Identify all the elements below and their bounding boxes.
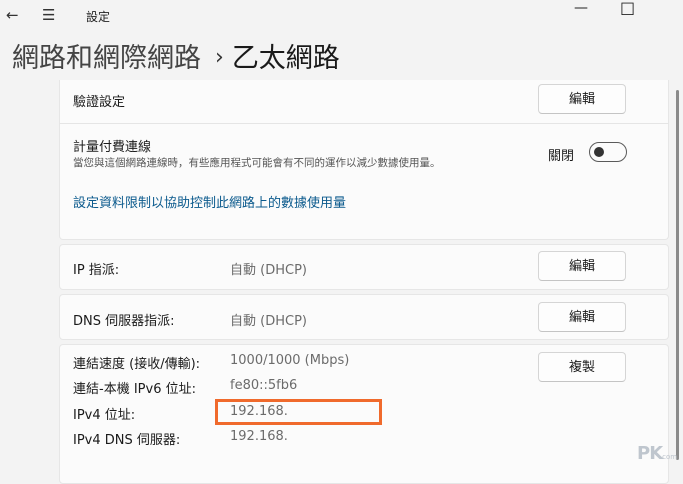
ip-assignment-edit-button[interactable]: 編輯 bbox=[538, 251, 626, 281]
title-bar: ← ☰ 設定 — □ bbox=[0, 0, 683, 32]
ip-assignment-label: IP 指派: bbox=[73, 263, 120, 278]
data-limit-link[interactable]: 設定資料限制以協助控制此網路上的數據使用量 bbox=[73, 192, 346, 211]
window-title: 設定 bbox=[86, 10, 111, 24]
metered-connection-description: 當您與這個網路連線時，有些應用程式可能會有不同的運作以減少數據使用量。 bbox=[73, 157, 441, 169]
dns-assignment-edit-button[interactable]: 編輯 bbox=[538, 302, 626, 332]
divider bbox=[59, 123, 669, 124]
watermark-text: PK bbox=[637, 443, 663, 464]
property-label: IPv4 DNS 伺服器: bbox=[73, 433, 181, 448]
minimize-icon[interactable]: — bbox=[574, 0, 588, 16]
chevron-right-icon: › bbox=[215, 45, 224, 70]
dns-assignment-value: 自動 (DHCP) bbox=[230, 314, 307, 329]
watermark-small-text: com bbox=[662, 453, 678, 461]
auth-edit-button[interactable]: 編輯 bbox=[538, 84, 626, 114]
back-arrow-icon[interactable]: ← bbox=[6, 4, 19, 26]
metered-connection-label: 計量付費連線 bbox=[73, 140, 152, 155]
hamburger-menu-icon[interactable]: ☰ bbox=[42, 4, 55, 26]
property-value: 1000/1000 (Mbps) bbox=[230, 353, 350, 368]
property-label: IPv4 位址: bbox=[73, 408, 136, 423]
dns-assignment-label: DNS 伺服器指派: bbox=[73, 314, 175, 329]
auth-settings-label: 驗證設定 bbox=[73, 95, 126, 110]
copy-properties-button[interactable]: 複製 bbox=[538, 352, 626, 382]
breadcrumb: 網路和網際網路 › 乙太網路 bbox=[12, 36, 340, 75]
page-title: 乙太網路 bbox=[231, 43, 340, 74]
maximize-icon[interactable]: □ bbox=[620, 0, 635, 17]
property-label: 連結速度 (接收/傳輸): bbox=[73, 357, 201, 372]
metered-toggle-label: 關閉 bbox=[548, 149, 575, 164]
breadcrumb-parent[interactable]: 網路和網際網路 bbox=[12, 43, 201, 74]
scrollbar[interactable] bbox=[676, 90, 679, 460]
ipv4-highlight-box bbox=[215, 399, 382, 425]
ip-assignment-value: 自動 (DHCP) bbox=[230, 263, 307, 278]
property-value: fe80::5fb6 bbox=[230, 378, 298, 393]
watermark-logo: PKcom bbox=[637, 443, 677, 464]
property-value: 192.168. bbox=[230, 429, 288, 444]
metered-connection-toggle[interactable] bbox=[589, 142, 627, 162]
toggle-knob bbox=[594, 147, 604, 157]
property-label: 連結-本機 IPv6 位址: bbox=[73, 382, 196, 397]
